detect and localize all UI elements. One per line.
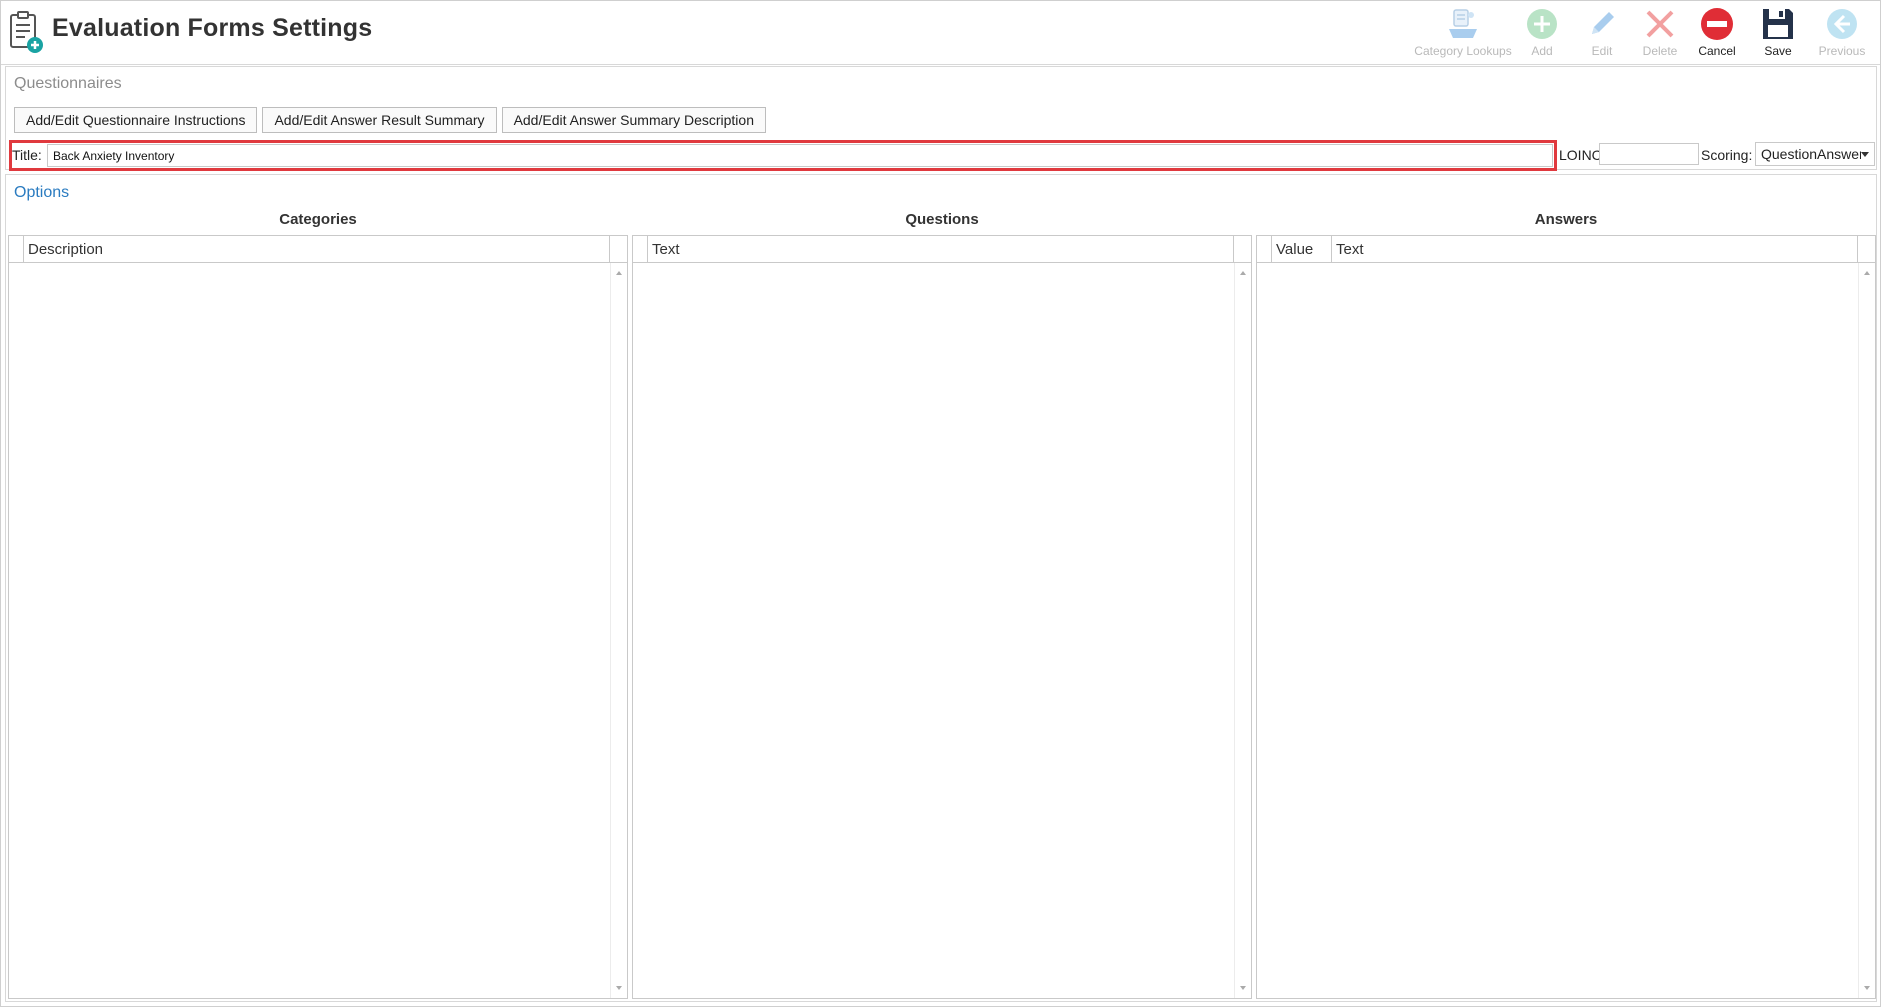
options-section: Options Categories Description Questions xyxy=(5,174,1877,1002)
categories-grid[interactable]: Description xyxy=(8,235,628,999)
edit-label: Edit xyxy=(1591,44,1613,58)
categories-title: Categories xyxy=(279,211,357,228)
answers-scrollbar[interactable] xyxy=(1858,263,1875,998)
questions-scrollbar[interactable] xyxy=(1234,263,1251,998)
answers-grid-header: Value Text xyxy=(1257,236,1875,263)
delete-x-icon xyxy=(1646,10,1674,38)
title-highlight-box xyxy=(9,140,1557,171)
save-button[interactable]: Save xyxy=(1746,5,1810,61)
scoring-dropdown[interactable]: QuestionAnswer xyxy=(1755,142,1875,166)
add-icon xyxy=(1527,9,1557,39)
scoring-value: QuestionAnswer xyxy=(1761,146,1861,162)
add-button[interactable]: Add xyxy=(1512,5,1572,61)
row-selector-header xyxy=(9,236,24,262)
cancel-icon xyxy=(1701,8,1733,40)
cancel-button[interactable]: Cancel xyxy=(1688,5,1746,61)
edit-result-summary-button[interactable]: Add/Edit Answer Result Summary xyxy=(262,107,497,133)
previous-label: Previous xyxy=(1818,44,1866,58)
toolbar: Category Lookups Add Edit Delete Cancel … xyxy=(1414,5,1874,61)
questions-panel: Questions Text xyxy=(632,211,1252,999)
scroll-down-icon[interactable] xyxy=(1240,986,1246,990)
scroll-down-icon[interactable] xyxy=(1864,986,1870,990)
app-window: Evaluation Forms Settings Category Looku… xyxy=(0,0,1881,1007)
add-label: Add xyxy=(1531,44,1553,58)
scroll-up-icon[interactable] xyxy=(616,271,622,275)
save-label: Save xyxy=(1764,44,1792,58)
previous-button[interactable]: Previous xyxy=(1810,5,1874,61)
questionnaire-action-buttons: Add/Edit Questionnaire Instructions Add/… xyxy=(14,107,766,133)
chevron-down-icon xyxy=(1861,152,1869,157)
questionnaires-section: Questionnaires Add/Edit Questionnaire In… xyxy=(5,66,1878,171)
column-header-text[interactable]: Text xyxy=(648,236,1234,262)
pencil-icon xyxy=(1592,12,1614,34)
scoring-label: Scoring: xyxy=(1701,147,1753,163)
delete-label: Delete xyxy=(1642,44,1678,58)
category-lookups-button[interactable]: Category Lookups xyxy=(1414,5,1512,61)
questions-grid[interactable]: Text xyxy=(632,235,1252,999)
categories-scrollbar[interactable] xyxy=(610,263,627,998)
scroll-up-icon[interactable] xyxy=(1240,271,1246,275)
questions-title: Questions xyxy=(905,211,979,228)
loinc-input[interactable] xyxy=(1599,143,1699,165)
questionnaires-header: Questionnaires xyxy=(14,75,122,92)
column-header-description[interactable]: Description xyxy=(24,236,610,262)
row-selector-header xyxy=(1257,236,1272,262)
answers-title: Answers xyxy=(1534,211,1598,228)
edit-summary-description-button[interactable]: Add/Edit Answer Summary Description xyxy=(501,107,766,133)
row-selector-header xyxy=(633,236,648,262)
categories-panel: Categories Description xyxy=(8,211,628,999)
answers-panel: Answers Value Text xyxy=(1256,211,1876,999)
scroll-down-icon[interactable] xyxy=(616,986,622,990)
edit-instructions-button[interactable]: Add/Edit Questionnaire Instructions xyxy=(14,107,258,133)
answers-grid[interactable]: Value Text xyxy=(1256,235,1876,999)
questions-grid-header: Text xyxy=(633,236,1251,263)
column-header-text[interactable]: Text xyxy=(1332,236,1858,262)
save-floppy-icon xyxy=(1763,9,1793,39)
edit-button[interactable]: Edit xyxy=(1572,5,1632,61)
options-header[interactable]: Options xyxy=(14,184,69,202)
header-bar: Evaluation Forms Settings Category Looku… xyxy=(1,1,1880,65)
page-title: Evaluation Forms Settings xyxy=(52,14,373,42)
category-lookups-label: Category Lookups xyxy=(1414,44,1512,58)
scroll-up-icon[interactable] xyxy=(1864,271,1870,275)
delete-button[interactable]: Delete xyxy=(1632,5,1688,61)
category-lookups-icon xyxy=(1449,9,1477,38)
evaluation-form-icon xyxy=(10,11,43,53)
categories-grid-header: Description xyxy=(9,236,627,263)
loinc-label: LOINC xyxy=(1559,147,1602,163)
cancel-label: Cancel xyxy=(1698,44,1736,58)
previous-arrow-icon xyxy=(1827,9,1857,39)
title-row: Title: LOINC Scoring: QuestionAnswer xyxy=(6,137,1878,171)
column-header-value[interactable]: Value xyxy=(1272,236,1332,262)
